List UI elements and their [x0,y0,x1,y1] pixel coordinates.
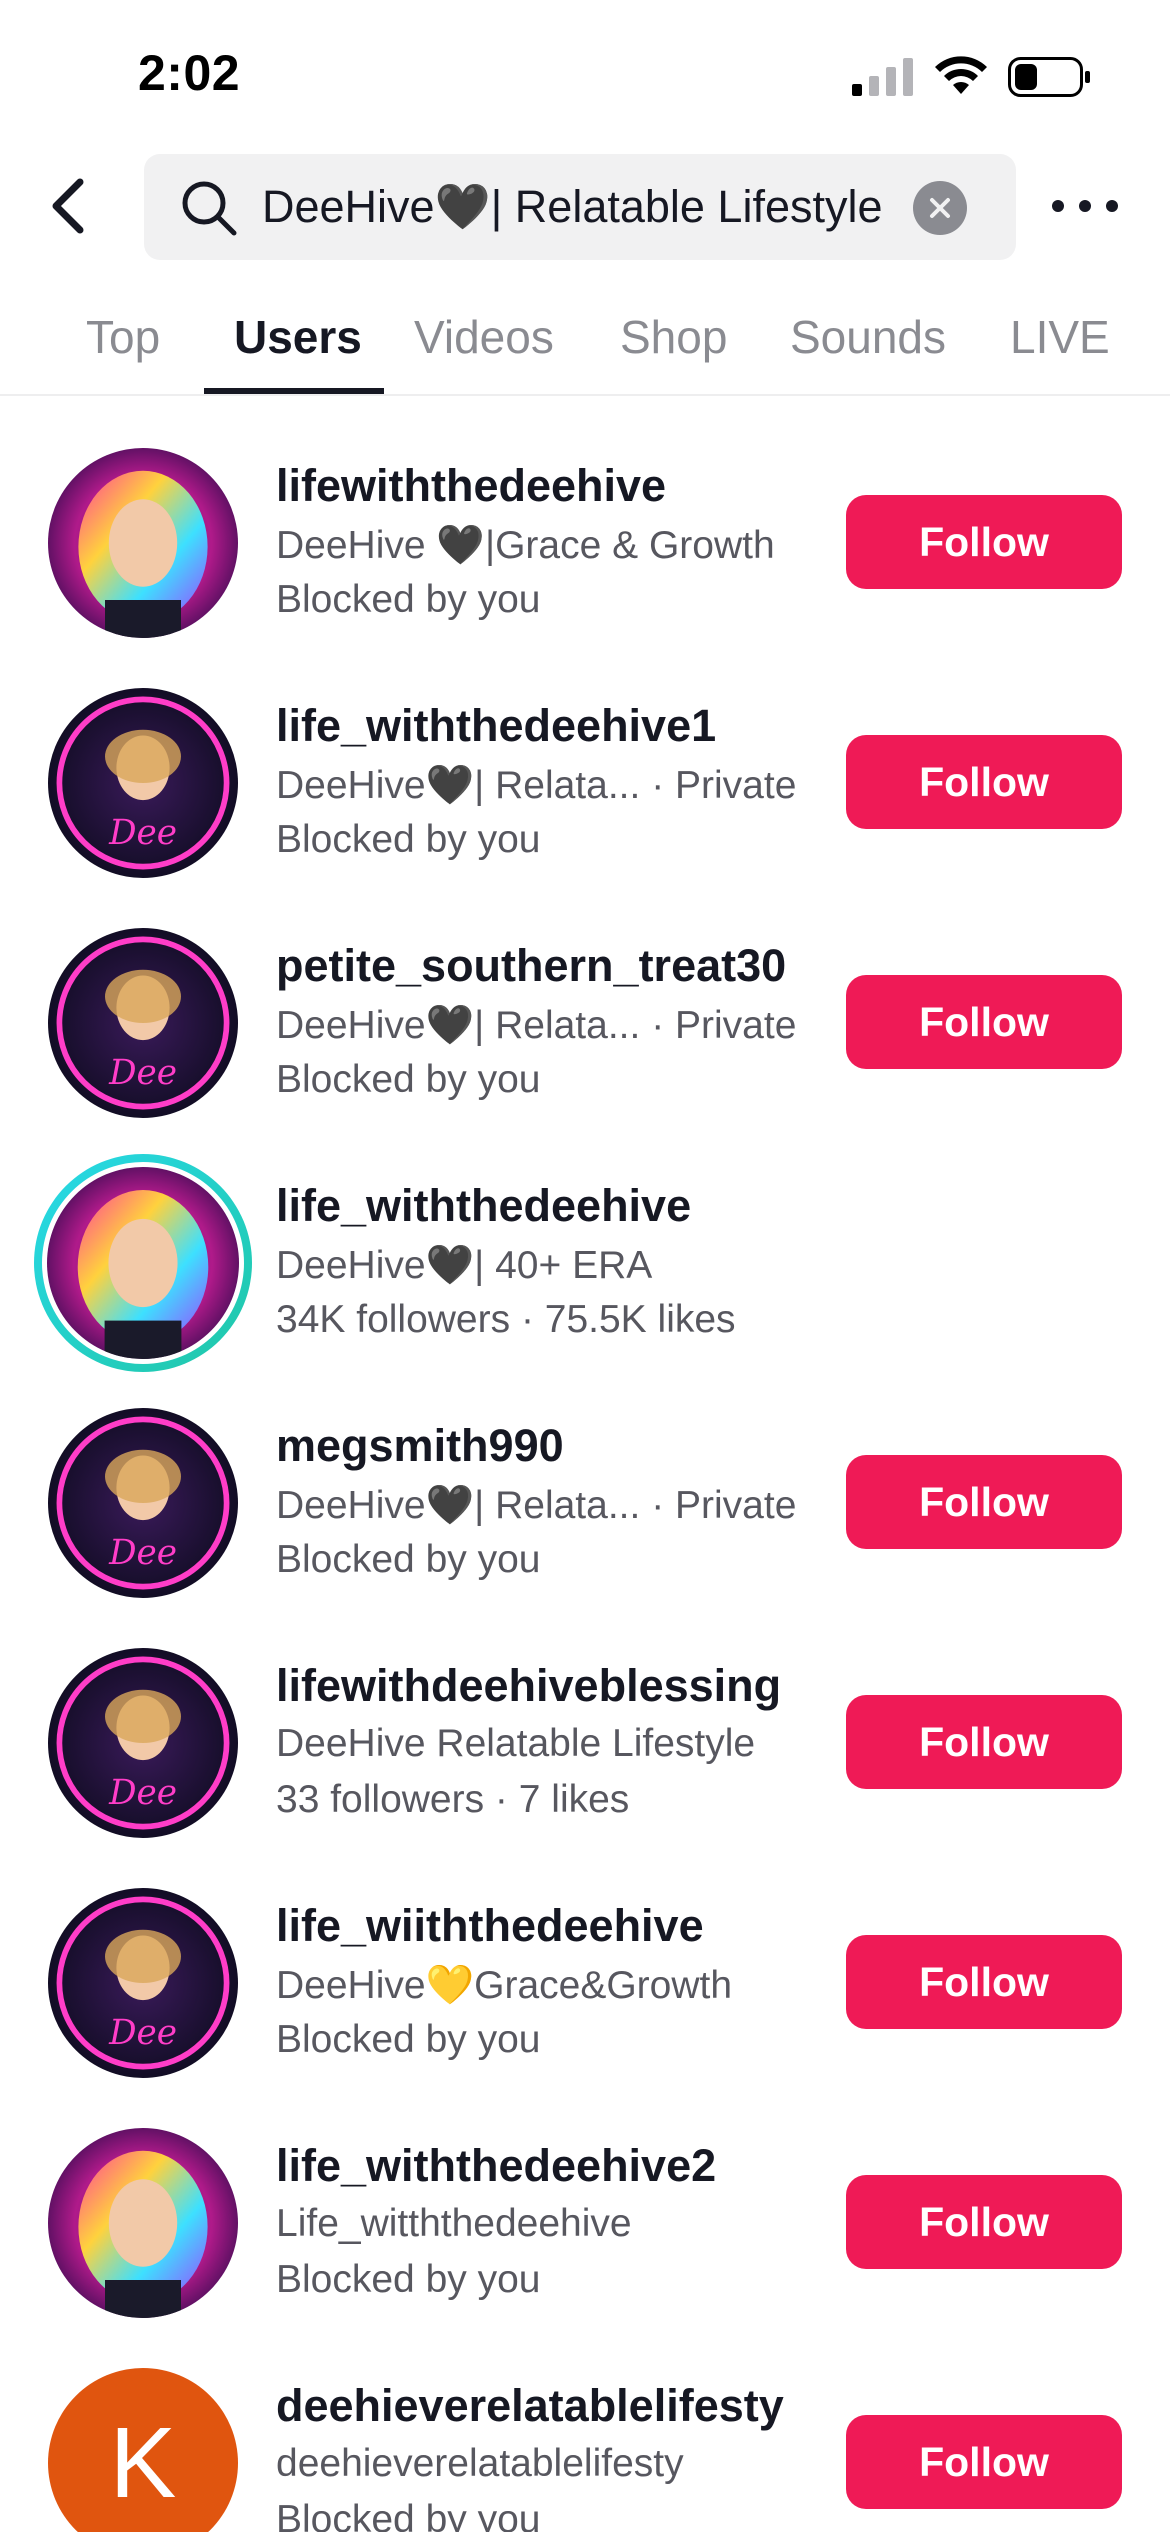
more-dot-icon [1052,200,1064,212]
more-dot-icon [1106,200,1118,212]
user-row[interactable]: life_withthedeehive DeeHive🖤| 40+ ERA 34… [0,1118,1170,1372]
avatar[interactable]: Dee [48,928,238,1118]
tab-shop[interactable]: Shop [620,310,727,364]
follow-button[interactable]: Follow [846,1455,1122,1549]
follow-button[interactable]: Follow [846,735,1122,829]
tab-live[interactable]: LIVE [1010,310,1110,364]
svg-text:Dee: Dee [108,2013,177,2053]
private-label: · Private [651,764,797,807]
user-meta: Blocked by you [276,578,541,621]
nickname: Life_witththedeehive [276,2202,632,2245]
user-meta: Blocked by you [276,2258,541,2301]
username: life_withthedeehive [276,1180,692,1231]
username: megsmith990 [276,1420,564,1471]
username: life_withthedeehive1 [276,700,717,751]
username: deehieverelatablelifesty [276,2380,784,2431]
svg-text:Dee: Dee [108,813,177,853]
more-options-button[interactable] [1052,170,1118,242]
follow-button[interactable]: Follow [846,2175,1122,2269]
nickname: DeeHive🖤| Relata... · Private [276,1482,796,1528]
user-row[interactable]: lifewiththedeehive DeeHive 🖤|Grace & Gro… [0,398,1170,638]
tab-videos[interactable]: Videos [414,310,554,364]
avatar[interactable]: Dee [48,1408,238,1598]
user-row[interactable]: Dee life_withthedeehive1 DeeHive🖤| Relat… [0,638,1170,878]
private-label: · Private [651,1484,797,1527]
search-query-text: DeeHive🖤| Relatable Lifestyle [262,181,883,232]
nickname: DeeHive💛Grace&Growth [276,1964,733,2007]
user-stats: 33 followers · 7 likes [276,1778,630,1821]
nickname: DeeHive Relatable Lifestyle [276,1722,756,1765]
search-icon [182,181,237,236]
private-label: · Private [651,1004,797,1047]
user-row[interactable]: Dee petite_southern_treat30 DeeHive🖤| Re… [0,878,1170,1118]
search-input[interactable]: DeeHive🖤| Relatable Lifestyle [144,154,1016,260]
nickname-text: DeeHive🖤| Relata... [276,1484,641,1527]
avatar[interactable] [48,2128,238,2318]
active-tab-indicator [204,388,384,394]
user-row[interactable]: life_withthedeehive2 Life_witththedeehiv… [0,2078,1170,2318]
chevron-left-icon [52,178,84,234]
avatar[interactable]: K [48,2368,238,2532]
svg-text:Dee: Dee [108,1533,177,1573]
search-tabs: Top Users Videos Shop Sounds LIVE [0,300,1170,396]
nickname: deehieverelatablelifesty [276,2442,684,2485]
clear-search-button[interactable] [913,181,967,235]
avatar-live-ring[interactable] [34,1154,252,1372]
search-header: DeeHive🖤| Relatable Lifestyle [0,150,1170,262]
user-stats: 34K followers · 75.5K likes [276,1298,736,1341]
username: lifewithdeehiveblessing [276,1660,782,1711]
username: life_withthedeehive2 [276,2140,717,2191]
user-meta: Blocked by you [276,2018,541,2061]
follow-button[interactable]: Follow [846,2415,1122,2509]
svg-text:Dee: Dee [108,1773,177,1813]
nickname-text: DeeHive🖤| Relata... [276,1004,641,1047]
avatar[interactable]: Dee [48,1888,238,2078]
username: lifewiththedeehive [276,460,667,511]
tab-users[interactable]: Users [234,310,362,364]
nickname: DeeHive🖤| Relata... · Private [276,1002,796,1048]
user-meta: Blocked by you [276,1058,541,1101]
username: life_wiiththedeehive [276,1900,704,1951]
username: petite_southern_treat30 [276,940,787,991]
close-icon [930,198,950,218]
nickname: DeeHive 🖤|Grace & Growth [276,524,775,567]
back-button[interactable] [38,168,98,244]
user-row[interactable]: Dee megsmith990 DeeHive🖤| Relata... · Pr… [0,1358,1170,1598]
avatar[interactable] [48,448,238,638]
user-row[interactable]: Dee lifewithdeehiveblessing DeeHive Rela… [0,1598,1170,1838]
more-dot-icon [1079,200,1091,212]
user-row[interactable]: Dee life_wiiththedeehive DeeHive💛Grace&G… [0,1838,1170,2078]
status-bar: 2:02 [0,0,1170,150]
user-row[interactable]: K deehieverelatablelifesty deehieverelat… [0,2318,1170,2532]
battery-icon [1008,57,1090,97]
follow-button[interactable]: Follow [846,495,1122,589]
svg-text:Dee: Dee [108,1053,177,1093]
tab-sounds[interactable]: Sounds [790,310,946,364]
user-meta: Blocked by you [276,2498,541,2532]
tab-top[interactable]: Top [86,310,160,364]
wifi-icon [935,56,987,94]
status-time: 2:02 [138,45,241,101]
user-meta: Blocked by you [276,818,541,861]
nickname: DeeHive🖤| Relata... · Private [276,762,796,808]
follow-button[interactable]: Follow [846,1695,1122,1789]
user-meta: Blocked by you [276,1538,541,1581]
nickname: DeeHive🖤| 40+ ERA [276,1244,653,1287]
nickname-text: DeeHive🖤| Relata... [276,764,641,807]
cellular-signal-icon [852,58,913,96]
avatar[interactable]: Dee [48,1648,238,1838]
follow-button[interactable]: Follow [846,975,1122,1069]
follow-button[interactable]: Follow [846,1935,1122,2029]
avatar[interactable]: Dee [48,688,238,878]
